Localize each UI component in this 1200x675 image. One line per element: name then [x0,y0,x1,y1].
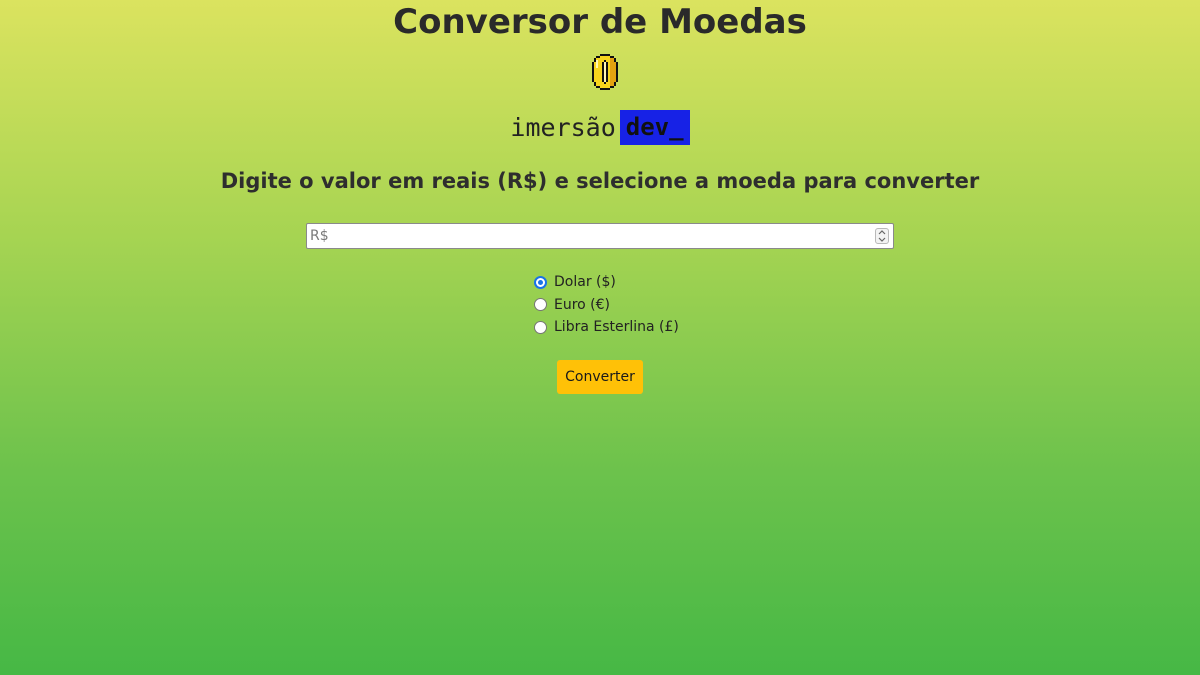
radio-label-dolar: Dolar ($) [554,274,616,291]
radio-euro[interactable] [534,298,547,312]
currency-option-euro[interactable]: Euro (€) [534,294,679,317]
converter-page: Conversor de Moedas imersão dev_ Digite … [0,0,1200,675]
brand-highlight: dev_ [619,110,690,145]
coin-icon [592,54,618,90]
currency-option-dolar[interactable]: Dolar ($) [534,271,679,294]
radio-label-euro: Euro (€) [554,296,611,313]
radio-dolar[interactable] [534,275,547,289]
instructions-heading: Digite o valor em reais (R$) e selecione… [220,169,980,193]
brand-word: imersão [510,113,616,142]
radio-label-libra: Libra Esterlina (£) [554,319,679,336]
spinner-arrows-icon [878,230,886,242]
amount-input[interactable] [306,223,894,249]
currency-option-libra[interactable]: Libra Esterlina (£) [534,316,679,339]
imersao-dev-logo: imersão dev_ [0,110,1200,145]
currency-radio-group: Dolar ($) Euro (€) Libra Esterlina (£) [534,271,679,339]
page-title: Conversor de Moedas [393,2,807,42]
number-spinner[interactable] [875,228,889,244]
convert-button[interactable]: Converter [557,360,643,394]
radio-libra[interactable] [534,320,547,334]
